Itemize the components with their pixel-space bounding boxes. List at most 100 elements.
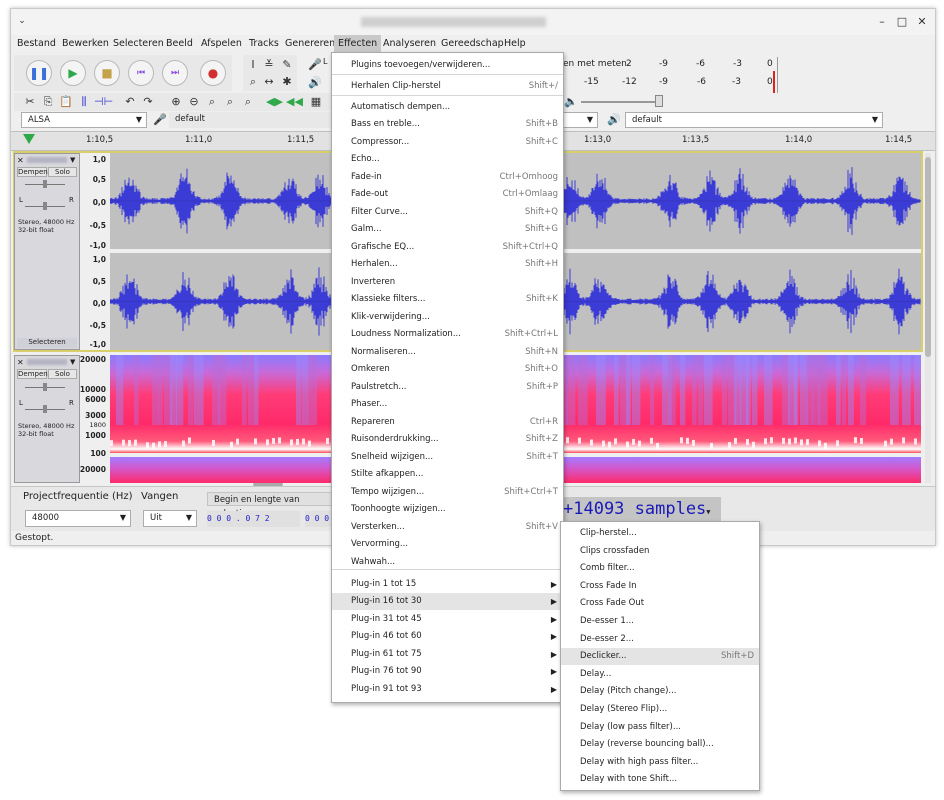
effects-menu-item[interactable]: Plug-in 61 tot 75 ▶ [332, 646, 563, 663]
track-1-control-panel[interactable]: ✕ ▼ Dempen Solo L R Stereo, 48000 Hz 32-… [14, 153, 80, 350]
effects-menu-item[interactable]: Wahwah... [332, 554, 563, 571]
zoom-out-icon[interactable]: ⊖ [186, 94, 202, 110]
menu-gereedschap[interactable]: Gereedschap [441, 38, 504, 49]
skip-end-button[interactable]: ⏭ [162, 60, 188, 86]
selection-tool-icon[interactable]: I [245, 57, 261, 73]
submenu-item[interactable]: Cross Fade In [561, 578, 759, 595]
submenu-item[interactable]: Delay (Pitch change)... [561, 683, 759, 700]
timeshift-tool-icon[interactable]: ↔ [261, 74, 277, 90]
play-volume-slider[interactable] [581, 101, 661, 103]
fit-project-icon[interactable]: ⌕ [222, 94, 238, 110]
effects-menu-item[interactable]: Herhalen... Shift+H [332, 256, 563, 273]
track-close-icon[interactable]: ✕ [17, 156, 24, 165]
effects-menu-item[interactable]: Filter Curve... Shift+Q [332, 204, 563, 221]
submenu-item[interactable]: Delay (Stereo Flip)... [561, 701, 759, 718]
solo-button[interactable]: Solo [48, 167, 77, 177]
window-menu-chevron-icon[interactable]: ⌄ [15, 14, 29, 28]
effects-menu-item[interactable]: Normaliseren... Shift+N [332, 344, 563, 361]
effects-menu-item[interactable]: Vervorming... [332, 536, 563, 553]
effects-menu-item[interactable]: Plug-in 76 tot 90 ▶ [332, 663, 563, 680]
menu-bestand[interactable]: Bestand [17, 38, 56, 49]
selection-start-time[interactable]: 0 0 0 . 0 7 2 seconden▼ [207, 511, 300, 539]
effects-menu-item[interactable]: Fade-out Ctrl+Omlaag [332, 186, 563, 203]
skip-start-button[interactable]: ⏮ [128, 60, 154, 86]
stop-button[interactable]: ■ [94, 60, 120, 86]
close-icon[interactable]: ✕ [915, 15, 929, 29]
play-at-speed-icon[interactable]: ◀▶ [266, 94, 283, 110]
submenu-item[interactable]: Comb filter... [561, 560, 759, 577]
effects-menu-item[interactable]: Klik-verwijdering... [332, 309, 563, 326]
copy-icon[interactable]: ⎘ [40, 94, 56, 110]
submenu-item[interactable]: Declicker... Shift+D [561, 648, 759, 666]
effects-menu-item[interactable]: Omkeren Shift+O [332, 361, 563, 378]
zoom-toggle-icon[interactable]: ⌕ [240, 94, 256, 110]
selection-mode-select[interactable]: Begin en lengte van selectie [207, 492, 334, 519]
menu-genereren[interactable]: Genereren [285, 38, 335, 49]
multi-tool-icon[interactable]: ✱ [279, 74, 295, 90]
effects-menu-item[interactable]: Repareren Ctrl+R [332, 414, 563, 431]
submenu-item[interactable]: Delay with tone Shift... [561, 771, 759, 788]
zoom-tool-icon[interactable]: ⌕ [245, 74, 261, 90]
gain-thumb[interactable] [43, 180, 47, 188]
track-2-control-panel[interactable]: ✕ ▼ Dempen Solo L R Stereo, 48000 Hz 32-… [14, 355, 80, 483]
trim-icon[interactable]: ⫼ [76, 94, 92, 110]
effects-menu-item[interactable]: Herhalen Clip-herstel Shift+/ [332, 78, 563, 95]
effects-menu-item[interactable]: Grafische EQ... Shift+Ctrl+Q [332, 239, 563, 256]
submenu-item[interactable]: Delay... [561, 666, 759, 683]
effects-menu-item[interactable]: Inverteren [332, 274, 563, 291]
input-channels-select[interactable]: ▼ [563, 112, 598, 128]
effects-menu-item[interactable]: Fade-in Ctrl+Omhoog [332, 169, 563, 186]
menu-bewerken[interactable]: Bewerken [62, 38, 109, 49]
menu-afspelen[interactable]: Afspelen [201, 38, 242, 49]
effects-menu-item[interactable]: Automatisch dempen... [332, 99, 563, 116]
menu-analyseren[interactable]: Analyseren [383, 38, 436, 49]
cut-icon[interactable]: ✂ [22, 94, 38, 110]
track-1-vertical-scale[interactable]: 1,0 0,5 0,0 -0,5 -1,0 1,0 0,5 0,0 -0,5 -… [80, 153, 110, 350]
track-name-blurred[interactable] [27, 359, 67, 365]
gain-thumb[interactable] [43, 383, 47, 391]
submenu-item[interactable]: Delay (low pass filter)... [561, 719, 759, 736]
output-device-select[interactable]: default ▼ [625, 112, 883, 128]
mute-button[interactable]: Dempen [17, 369, 48, 379]
track-2-vertical-scale[interactable]: 20000 10000 6000 3000 1800 1000 100 2000… [80, 355, 110, 483]
effects-menu-item[interactable]: Versterken... Shift+V [332, 519, 563, 536]
menu-selecteren[interactable]: Selecteren [113, 38, 164, 49]
effects-menu-item[interactable]: Klassieke filters... Shift+K [332, 291, 563, 308]
submenu-item[interactable]: De-esser 1... [561, 613, 759, 630]
mute-button[interactable]: Dempen [17, 167, 48, 177]
submenu-item[interactable]: Delay (reverse bouncing ball)... [561, 736, 759, 753]
sync-lock-icon[interactable]: ▦ [308, 94, 324, 110]
zoom-in-icon[interactable]: ⊕ [168, 94, 184, 110]
effects-menu-item[interactable]: Toonhoogte wijzigen... [332, 501, 563, 518]
effects-menu-item[interactable]: Plug-in 16 tot 30 ▶ [332, 593, 563, 610]
vertical-scrollbar-thumb[interactable] [925, 157, 931, 357]
track-close-icon[interactable]: ✕ [17, 358, 24, 367]
audio-position-display[interactable]: +14093 samples▼ [561, 497, 721, 521]
play-head-icon[interactable] [23, 134, 35, 144]
effects-menu-item[interactable]: Plugins toevoegen/verwijderen... [332, 57, 563, 74]
maximize-icon[interactable]: □ [895, 15, 909, 29]
solo-button[interactable]: Solo [48, 369, 77, 379]
redo-icon[interactable]: ↷ [140, 94, 156, 110]
submenu-item[interactable]: Clip-herstel... [561, 525, 759, 542]
submenu-item[interactable]: Delay with high pass filter... [561, 754, 759, 771]
menu-help[interactable]: Help [504, 38, 526, 49]
select-track-button[interactable]: Selecteren [17, 338, 77, 348]
effects-menu-item[interactable]: Paulstretch... Shift+P [332, 379, 563, 396]
envelope-tool-icon[interactable]: ≚ [261, 57, 277, 73]
effects-menu-item[interactable]: Bass en treble... Shift+B [332, 116, 563, 133]
effects-menu-item[interactable]: Plug-in 1 tot 15 ▶ [332, 576, 563, 593]
minimize-icon[interactable]: – [875, 15, 889, 29]
submenu-item[interactable]: Clips crossfaden [561, 543, 759, 560]
pan-thumb[interactable] [43, 405, 47, 413]
submenu-item[interactable]: De-esser 2... [561, 631, 759, 648]
effects-menu-item[interactable]: Tempo wijzigen... Shift+Ctrl+T [332, 484, 563, 501]
effects-menu-item[interactable]: Ruisonderdrukking... Shift+Z [332, 431, 563, 448]
effects-menu-item[interactable]: Galm... Shift+G [332, 221, 563, 238]
effects-menu-item[interactable]: Phaser... [332, 396, 563, 413]
pan-thumb[interactable] [43, 202, 47, 210]
track-menu-chevron-icon[interactable]: ▼ [70, 358, 75, 366]
effects-menu-item[interactable]: Loudness Normalization... Shift+Ctrl+L [332, 326, 563, 343]
fit-selection-icon[interactable]: ⌕ [204, 94, 220, 110]
draw-tool-icon[interactable]: ✎ [279, 57, 295, 73]
